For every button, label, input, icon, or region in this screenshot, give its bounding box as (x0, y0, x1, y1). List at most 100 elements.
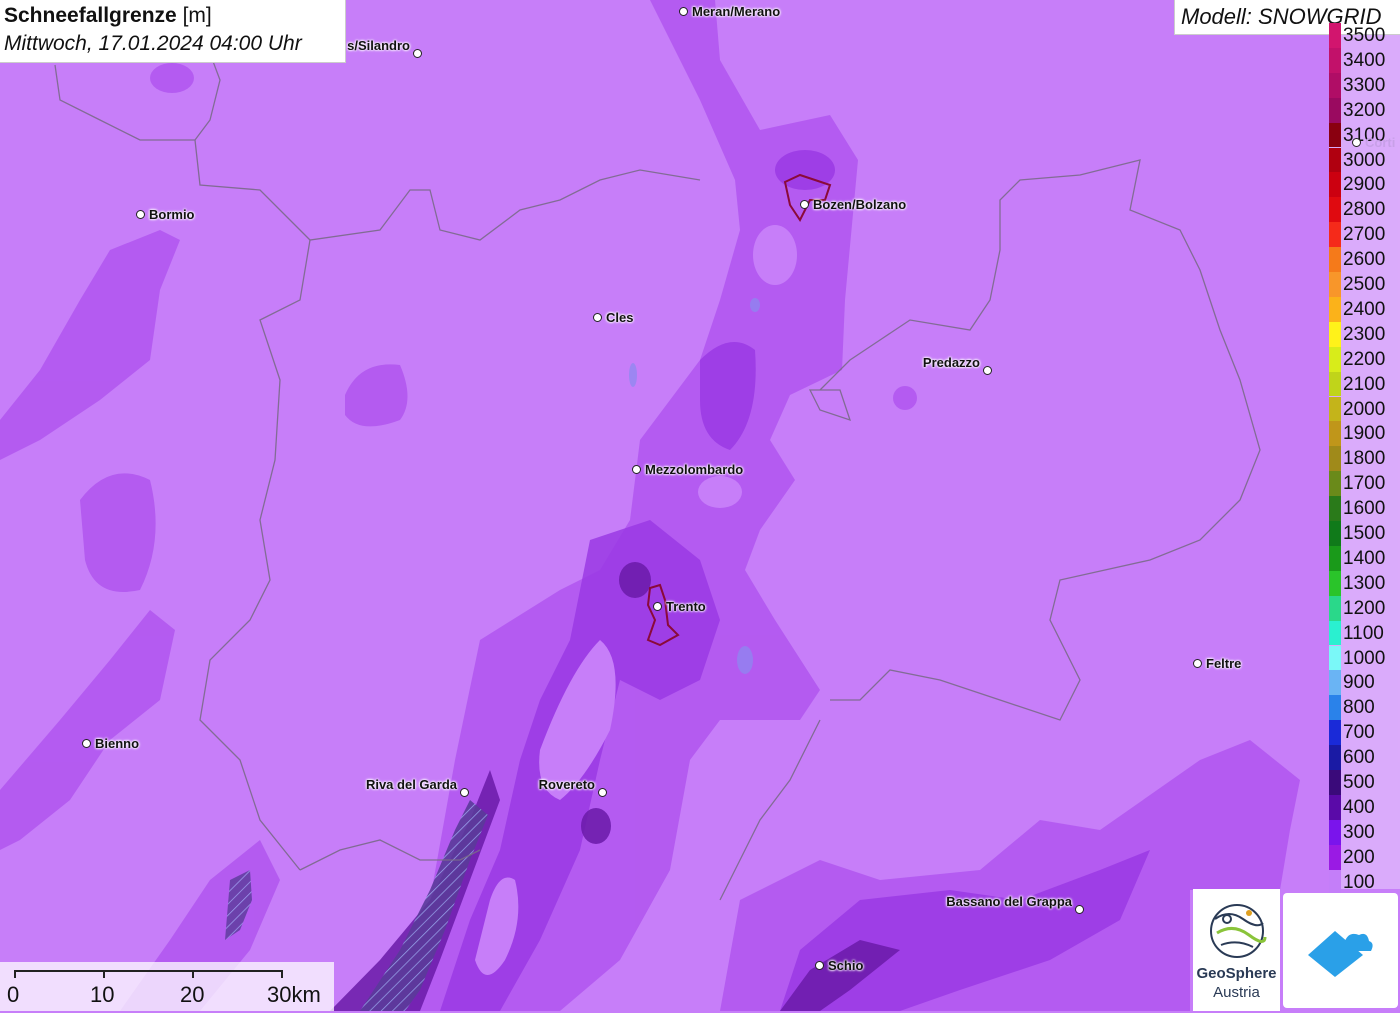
city-marker[interactable] (460, 788, 469, 797)
legend-label: 3400 (1343, 49, 1386, 71)
legend-swatch (1329, 396, 1341, 422)
geosphere-logo[interactable]: GeoSphere Austria (1193, 889, 1280, 1011)
city-marker[interactable] (1075, 905, 1084, 914)
city-marker[interactable] (800, 200, 809, 209)
legend-swatch (1329, 645, 1341, 671)
legend-row: 3500 (1329, 23, 1400, 48)
legend-row: 1600 (1329, 496, 1400, 521)
legend-row: 2600 (1329, 247, 1400, 272)
legend-row: 1200 (1329, 595, 1400, 621)
city-label[interactable]: Bozen/Bolzano (813, 197, 906, 212)
legend-label: 200 (1343, 846, 1375, 868)
city-label[interactable]: Meran/Merano (692, 4, 780, 19)
legend-row: 1300 (1329, 570, 1400, 596)
city-label[interactable]: Feltre (1206, 656, 1241, 671)
legend-row: 3000 (1329, 147, 1400, 173)
city-label[interactable]: Bassano del Grappa (946, 894, 1072, 909)
city-marker[interactable] (413, 49, 422, 58)
legend-swatch (1329, 770, 1341, 795)
legend-swatch (1329, 545, 1341, 571)
city-label[interactable]: Bormio (149, 207, 195, 222)
mountain-cloud-icon (1308, 931, 1373, 977)
app-logo[interactable] (1283, 893, 1398, 1008)
legend-swatch (1329, 197, 1341, 223)
legend-swatch (1329, 819, 1341, 845)
legend-row: 200 (1329, 844, 1400, 870)
legend-swatch (1329, 23, 1341, 48)
title-unit: [m] (182, 4, 212, 27)
map-datetime: Mittwoch, 17.01.2024 04:00 Uhr (4, 32, 302, 55)
legend-label: 900 (1343, 672, 1375, 694)
legend-swatch (1329, 471, 1341, 497)
legend-label: 1400 (1343, 547, 1386, 569)
legend-row: 100 (1329, 869, 1400, 895)
city-marker[interactable] (598, 788, 607, 797)
scale-label-10: 10 (90, 982, 115, 1007)
legend-swatch (1329, 745, 1341, 770)
legend-swatch (1329, 570, 1341, 596)
legend-label: 2500 (1343, 274, 1386, 295)
legend-swatch (1329, 272, 1341, 297)
city-label[interactable]: Cles (606, 310, 633, 325)
legend-label: 1200 (1343, 597, 1386, 619)
snowfall-line-map[interactable] (0, 0, 1400, 1011)
city-marker[interactable] (1193, 659, 1202, 668)
legend-swatch (1329, 371, 1341, 397)
scale-tick (103, 970, 105, 978)
city-marker[interactable] (136, 210, 145, 219)
legend-swatch (1329, 172, 1341, 198)
city-label[interactable]: Mezzolombardo (645, 462, 743, 477)
legend-swatch (1329, 670, 1341, 696)
legend-label: 700 (1343, 722, 1375, 744)
legend-label: 3200 (1343, 99, 1386, 121)
legend-swatch (1329, 72, 1341, 98)
legend-label: 600 (1343, 747, 1375, 769)
color-legend: 3500 3400 3300 3200 3100 3000 2900 2800 2700 2600… (1329, 23, 1400, 895)
city-marker[interactable] (983, 366, 992, 375)
title-main: Schneefallgrenze (4, 4, 177, 27)
legend-label: 2900 (1343, 174, 1386, 196)
city-label[interactable]: s/Silandro (347, 38, 410, 53)
city-marker[interactable] (82, 739, 91, 748)
scale-line (14, 970, 282, 972)
legend-row: 2400 (1329, 296, 1400, 322)
city-marker[interactable] (632, 465, 641, 474)
scale-bar: 0 10 20 30km (0, 962, 334, 1011)
city-label[interactable]: Rovereto (539, 777, 595, 792)
city-label[interactable]: Trento (666, 599, 706, 614)
legend-row: 600 (1329, 745, 1400, 770)
legend-row: 2700 (1329, 222, 1400, 248)
legend-row: 800 (1329, 695, 1400, 721)
logo-text-geosphere: GeoSphere (1196, 965, 1277, 982)
legend-label: 2800 (1343, 199, 1386, 221)
city-marker[interactable] (1352, 138, 1361, 147)
legend-row: 900 (1329, 670, 1400, 696)
legend-row: 2900 (1329, 172, 1400, 198)
legend-row: 1100 (1329, 620, 1400, 646)
legend-row: 400 (1329, 794, 1400, 820)
legend-label: 2000 (1343, 398, 1386, 420)
city-label[interactable]: Predazzo (923, 355, 980, 370)
legend-label: 300 (1343, 821, 1375, 843)
legend-swatch (1329, 147, 1341, 173)
legend-swatch (1329, 695, 1341, 721)
city-label[interactable]: Riva del Garda (366, 777, 457, 792)
city-marker[interactable] (679, 7, 688, 16)
legend-row: 1500 (1329, 521, 1400, 546)
city-marker[interactable] (653, 602, 662, 611)
legend-swatch (1329, 97, 1341, 123)
legend-row: 2300 (1329, 321, 1400, 347)
city-label[interactable]: Bienno (95, 736, 139, 751)
city-marker[interactable] (815, 961, 824, 970)
legend-swatch (1329, 446, 1341, 472)
scale-tick (192, 970, 194, 978)
city-label[interactable]: Corti (1365, 135, 1395, 150)
legend-label: 3500 (1343, 25, 1386, 46)
city-marker[interactable] (593, 313, 602, 322)
legend-swatch (1329, 620, 1341, 646)
city-label[interactable]: Schio (828, 958, 863, 973)
legend-label: 1600 (1343, 498, 1386, 520)
legend-label: 100 (1343, 871, 1375, 893)
legend-swatch (1329, 222, 1341, 248)
geosphere-emblem-icon (1210, 904, 1267, 958)
